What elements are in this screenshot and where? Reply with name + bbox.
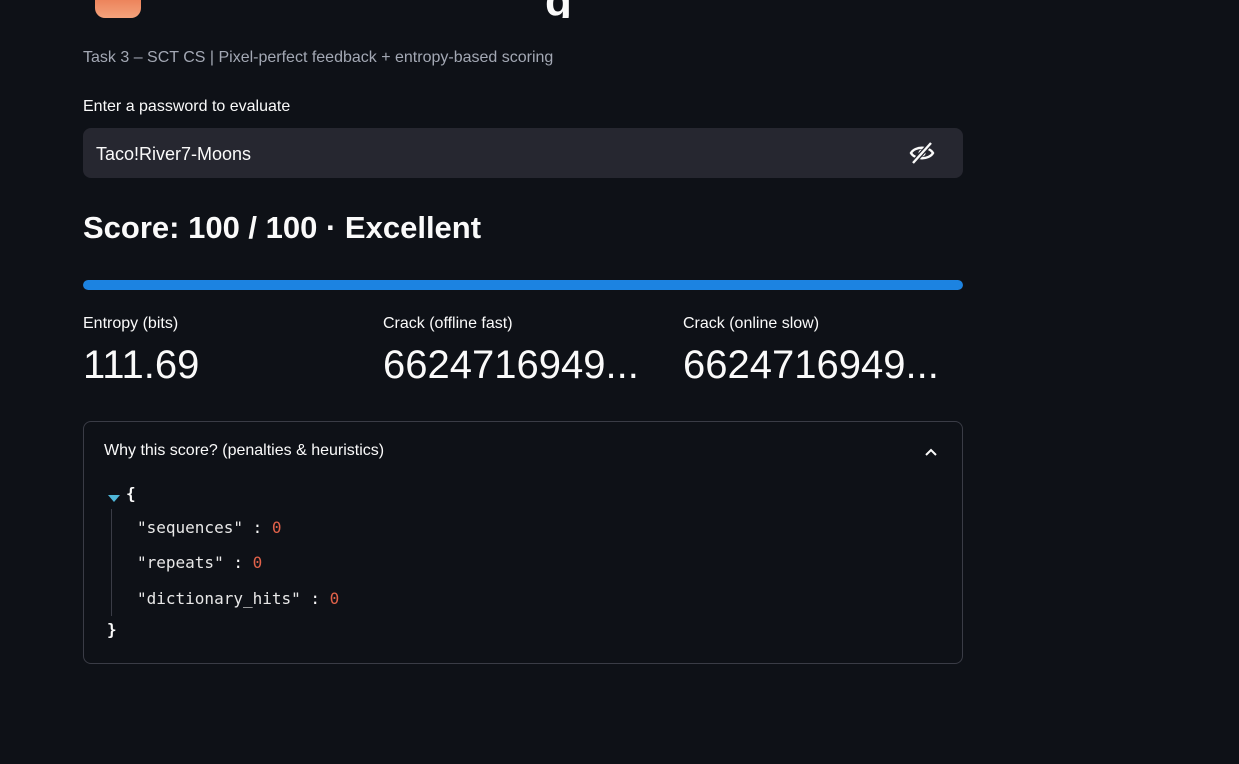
json-colon: : — [300, 589, 330, 608]
json-key: "sequences" — [137, 518, 243, 537]
metric-value: 6624716949... — [383, 343, 639, 387]
metric-crack-online: Crack (online slow) 6624716949... — [683, 315, 963, 388]
json-row-dictionary-hits: "dictionary_hits" : 0 — [137, 589, 339, 608]
eye-off-icon[interactable] — [909, 141, 935, 165]
metric-label: Crack (online slow) — [683, 315, 820, 332]
password-input-label: Enter a password to evaluate — [83, 98, 291, 115]
app-page: g Task 3 – SCT CS | Pixel-perfect feedba… — [0, 0, 1239, 764]
expander-header[interactable]: Why this score? (penalties & heuristics) — [84, 422, 962, 480]
score-explanation-expander: Why this score? (penalties & heuristics)… — [83, 421, 963, 664]
json-value: 0 — [271, 518, 282, 537]
json-colon: : — [223, 553, 253, 572]
json-viewer: { "sequences" : 0 "repeats" : 0 "diction… — [104, 484, 924, 644]
json-open-brace: { — [126, 484, 136, 503]
collapse-caret-icon[interactable] — [108, 488, 120, 502]
metric-label: Entropy (bits) — [83, 315, 179, 332]
json-colon: : — [242, 518, 272, 537]
metric-label: Crack (offline fast) — [383, 315, 513, 332]
json-row-sequences: "sequences" : 0 — [137, 518, 282, 537]
expander-title: Why this score? (penalties & heuristics) — [104, 442, 385, 459]
metric-crack-offline: Crack (offline fast) 6624716949... — [383, 315, 663, 388]
json-key: "dictionary_hits" — [137, 589, 301, 608]
json-value: 0 — [252, 553, 263, 572]
title-orange-icon — [95, 0, 141, 18]
json-close-brace: } — [107, 620, 117, 639]
password-input[interactable] — [94, 128, 898, 180]
score-heading: Score: 100 / 100 · Excellent — [83, 210, 482, 245]
json-key: "repeats" — [137, 553, 224, 572]
page-caption: Task 3 – SCT CS | Pixel-perfect feedback… — [83, 49, 554, 66]
page-title-fragment: g — [545, 0, 579, 18]
chevron-up-icon[interactable] — [924, 444, 938, 456]
password-input-container — [83, 128, 963, 180]
score-progress-fill — [83, 280, 963, 290]
metric-value: 6624716949... — [683, 343, 939, 387]
metric-entropy: Entropy (bits) 111.69 — [83, 315, 363, 388]
score-progress-bar — [83, 280, 963, 290]
json-row-repeats: "repeats" : 0 — [137, 553, 262, 572]
json-value: 0 — [329, 589, 340, 608]
metric-value: 111.69 — [83, 343, 200, 387]
json-indent-guide — [111, 509, 112, 616]
